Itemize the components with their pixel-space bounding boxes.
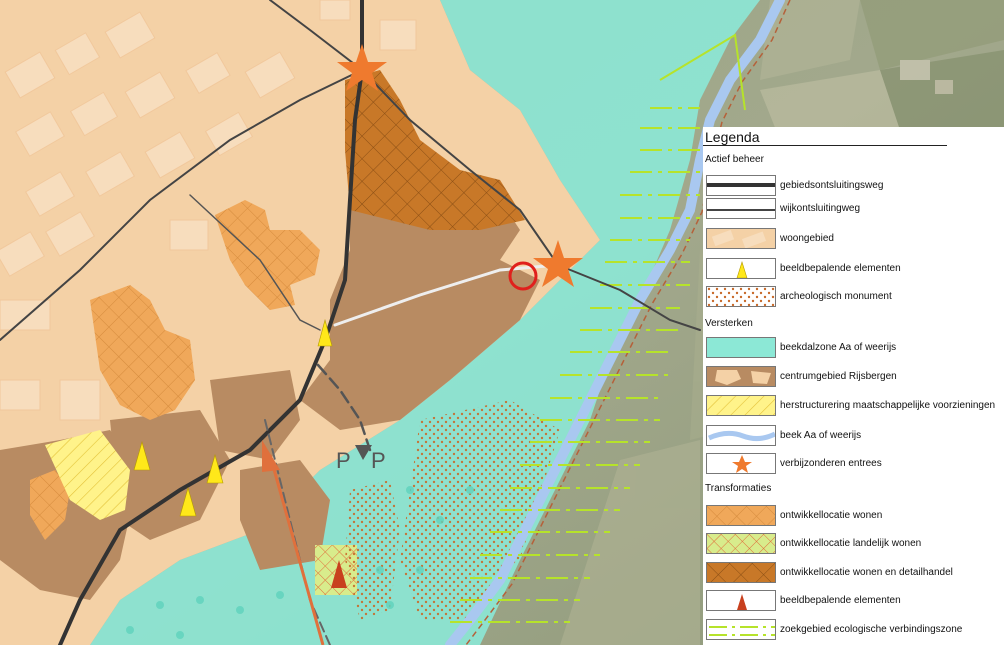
- road-thick-icon: [706, 175, 776, 196]
- legend-item: zoekgebied ecologische verbindingszone: [703, 619, 1004, 641]
- dot-pattern-fill: [706, 286, 776, 307]
- legend-title: Legenda: [705, 129, 760, 145]
- brown-blocks-fill: [706, 366, 776, 387]
- green-grid-fill: [706, 533, 776, 554]
- parking-label-2: P: [371, 448, 386, 473]
- legend-item-label: beeldbepalende elementen: [780, 595, 901, 606]
- legend-item-label: gebiedsontsluitingsweg: [780, 180, 884, 191]
- legend-item-label: beeldbepalende elementen: [780, 263, 901, 274]
- legend-item: beeldbepalende elementen: [703, 258, 1004, 280]
- legend-item: archeologisch monument: [703, 286, 1004, 308]
- yellow-triangle-icon: [706, 258, 776, 279]
- legend-item-label: ontwikkellocatie landelijk wonen: [780, 538, 922, 549]
- legend-item-label: centrumgebied Rijsbergen: [780, 371, 897, 382]
- legend-item-label: beek Aa of weerijs: [780, 430, 862, 441]
- legend-item: wijkontsluitingweg: [703, 198, 1004, 220]
- legend-item: centrumgebied Rijsbergen: [703, 366, 1004, 388]
- legend-item-label: ontwikkellocatie wonen: [780, 510, 883, 521]
- legend-title-underline: [703, 145, 947, 146]
- road-thin-icon: [706, 198, 776, 219]
- legend-item: beekdalzone Aa of weerijs: [703, 337, 1004, 359]
- legend-item: beek Aa of weerijs: [703, 425, 1004, 447]
- brown-grid-fill: [706, 562, 776, 583]
- legend-panel: Legenda Actief beheer gebiedsontsluiting…: [703, 127, 1004, 645]
- red-triangle-icon: [706, 590, 776, 611]
- legend-item-label: beekdalzone Aa of weerijs: [780, 342, 897, 353]
- legend-section-heading: Versterken: [705, 318, 753, 329]
- legend-item: woongebied: [703, 228, 1004, 250]
- legend-item-label: archeologisch monument: [780, 291, 892, 302]
- legend-item: gebiedsontsluitingsweg: [703, 175, 1004, 197]
- residential-fill: [706, 228, 776, 249]
- green-dash-line-icon: [706, 619, 776, 640]
- legend-item: ontwikkellocatie wonen: [703, 505, 1004, 527]
- legend-item: ontwikkellocatie wonen en detailhandel: [703, 562, 1004, 584]
- parking-label-1: P: [336, 448, 351, 473]
- legend-item: ontwikkellocatie landelijk wonen: [703, 533, 1004, 555]
- legend-item-label: verbijzonderen entrees: [780, 458, 882, 469]
- orange-star-icon: [706, 453, 776, 474]
- legend-section-heading: Actief beheer: [705, 154, 764, 165]
- legend-item: beeldbepalende elementen: [703, 590, 1004, 612]
- stream-line-icon: [706, 425, 776, 446]
- legend-section-heading: Transformaties: [705, 483, 772, 494]
- legend-item: verbijzonderen entrees: [703, 453, 1004, 475]
- legend-item-label: wijkontsluitingweg: [780, 203, 861, 214]
- yellow-hatch-fill: [706, 395, 776, 416]
- mint-fill: [706, 337, 776, 358]
- legend-item-label: herstructurering maatschappelijke voorzi…: [780, 400, 996, 411]
- legend-item: herstructurering maatschappelijke voorzi…: [703, 395, 1004, 417]
- legend-item-label: ontwikkellocatie wonen en detailhandel: [780, 567, 953, 578]
- orange-grid-fill: [706, 505, 776, 526]
- legend-item-label: zoekgebied ecologische verbindingszone: [780, 624, 963, 635]
- legend-item-label: woongebied: [780, 233, 834, 244]
